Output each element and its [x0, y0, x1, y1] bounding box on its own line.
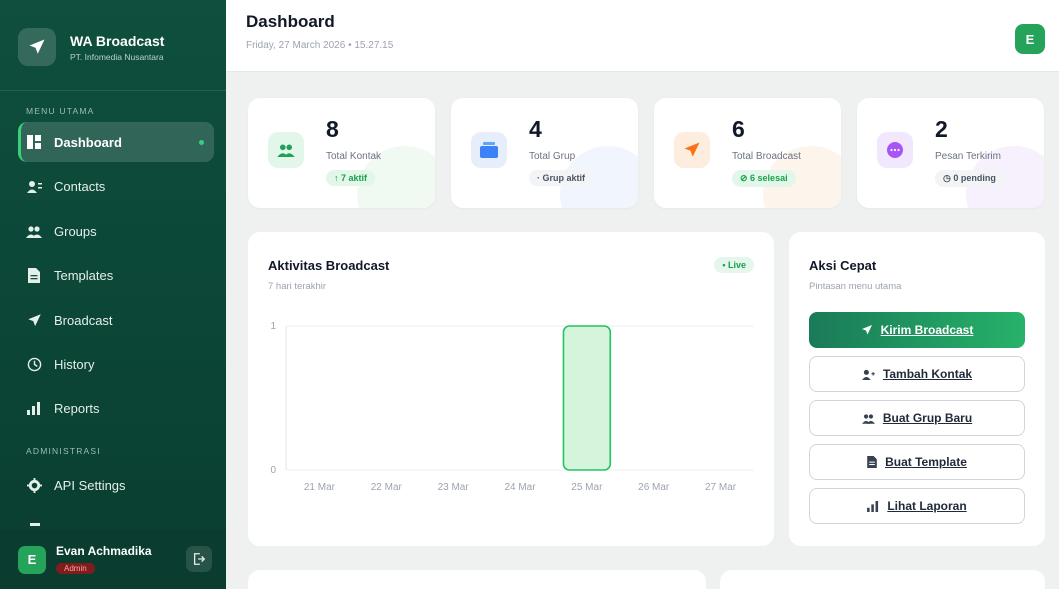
sidebar-item-dashboard[interactable]: Dashboard	[18, 122, 214, 162]
bar-chart-icon	[26, 400, 42, 416]
sidebar-item-label: Groups	[54, 223, 97, 239]
file-icon	[26, 267, 42, 283]
x-tick-label: 22 Mar	[371, 482, 403, 493]
stat-value: 8	[326, 116, 339, 142]
sidebar-item-reports[interactable]: Reports	[18, 388, 214, 428]
brand-subtitle: PT. Infomedia Nusantara	[70, 51, 164, 62]
stat-value: 2	[935, 116, 948, 142]
sidebar-item-label: Reports	[54, 400, 100, 416]
stat-value: 4	[529, 116, 542, 142]
card-subtitle: Pintasan menu utama	[809, 281, 902, 292]
send-icon	[674, 132, 710, 168]
stat-value: 6	[732, 116, 745, 142]
x-tick-label: 21 Mar	[304, 482, 336, 493]
card-title: Aksi Cepat	[809, 258, 877, 273]
lower-card-right	[720, 570, 1045, 589]
brand[interactable]: WA Broadcast PT. Infomedia Nusantara	[18, 14, 216, 80]
users-icon	[861, 413, 875, 424]
divider	[0, 90, 226, 91]
stat-card-groups[interactable]: 4 Total Grup · Grup aktif	[451, 98, 638, 208]
sidebar-item-history[interactable]: History	[18, 344, 214, 384]
x-tick-label: 26 Mar	[638, 482, 670, 493]
sidebar-item-label: Contacts	[54, 178, 106, 194]
x-tick-label: 25 Mar	[571, 482, 603, 493]
stat-label: Pesan Terkirim	[935, 151, 1001, 162]
brand-name: WA Broadcast	[70, 32, 165, 49]
groups-icon	[26, 223, 42, 239]
view-reports-button[interactable]: Lihat Laporan	[809, 488, 1025, 524]
contacts-icon	[26, 178, 42, 194]
section-label-main: MENU UTAMA	[26, 106, 95, 116]
chart-bar	[562, 325, 612, 471]
stat-card-messages[interactable]: 2 Pesan Terkirim ◷ 0 pending	[857, 98, 1044, 208]
section-label-admin: ADMINISTRASI	[26, 446, 101, 456]
stat-label: Total Broadcast	[732, 151, 801, 162]
card-subtitle: 7 hari terakhir	[268, 281, 327, 292]
card-title: Aktivitas Broadcast	[268, 258, 390, 273]
clock-icon	[26, 356, 42, 372]
user-panel: E Evan Achmadika Admin	[0, 530, 226, 589]
folder-icon	[471, 132, 507, 168]
live-badge: • Live	[714, 257, 754, 273]
status-badge: ↑ 7 aktif	[326, 170, 376, 186]
role-badge: Admin	[56, 562, 95, 574]
status-badge: ◷ 0 pending	[935, 170, 1004, 187]
stat-card-broadcast[interactable]: 6 Total Broadcast ⊘ 6 selesai	[654, 98, 841, 208]
button-label: Buat Grup Baru	[882, 411, 973, 425]
status-badge: ⊘ 6 selesai	[732, 170, 796, 187]
user-name: Evan Achmadika	[56, 543, 152, 558]
top-header: Dashboard Friday, 27 March 2026 • 15.27.…	[226, 0, 1059, 72]
lower-card-left	[248, 570, 706, 589]
sidebar: WA Broadcast PT. Infomedia Nusantara MEN…	[0, 0, 226, 589]
sidebar-item-label: Dashboard	[54, 134, 122, 150]
chat-icon	[877, 132, 913, 168]
active-dot	[199, 140, 204, 145]
sidebar-item-label: History	[54, 356, 95, 372]
x-tick-label: 27 Mar	[705, 482, 737, 493]
button-label: Lihat Laporan	[887, 499, 967, 513]
activity-chart-card: 1 0 21 Mar 22 Mar 23 Mar 24 Mar 25 Mar 26 Mar 27…	[248, 232, 774, 546]
sidebar-item-label: API Settings	[54, 477, 126, 493]
sidebar-item-label: Templates	[54, 267, 114, 283]
sidebar-item-groups[interactable]: Groups	[18, 211, 214, 251]
create-template-button[interactable]: Buat Template	[809, 444, 1025, 480]
sidebar-item-templates[interactable]: Templates	[18, 255, 214, 295]
add-contact-button[interactable]: Tambah Kontak	[809, 356, 1025, 392]
y-tick-label: 0	[270, 465, 276, 476]
avatar[interactable]: E	[18, 545, 46, 574]
users-icon	[268, 132, 304, 168]
dashboard-icon	[26, 134, 42, 150]
page-title: Dashboard	[246, 12, 335, 31]
sidebar-item-broadcast[interactable]: Broadcast	[18, 300, 214, 340]
stat-label: Total Kontak	[326, 151, 382, 162]
y-tick-label: 1	[270, 321, 276, 332]
stat-label: Total Grup	[529, 151, 576, 162]
page-date: Friday, 27 March 2026 • 15.27.15	[246, 40, 394, 51]
file-icon	[867, 456, 877, 468]
button-label: Buat Template	[885, 455, 967, 469]
create-group-button[interactable]: Buat Grup Baru	[809, 400, 1025, 436]
add-user-icon	[862, 369, 875, 380]
button-label: Kirim Broadcast	[880, 323, 974, 337]
sidebar-item-partial	[30, 523, 40, 526]
send-icon	[861, 324, 873, 336]
logout-button[interactable]	[186, 546, 212, 572]
sidebar-item-api-settings[interactable]: API Settings	[18, 465, 214, 505]
quick-actions-card: Aksi Cepat Pintasan menu utama Kirim Bro…	[789, 232, 1045, 546]
send-icon	[18, 28, 56, 66]
avatar[interactable]: E	[1015, 24, 1045, 54]
sidebar-item-contacts[interactable]: Contacts	[18, 166, 214, 206]
bar-chart-icon	[867, 500, 879, 512]
sidebar-item-label: Broadcast	[54, 312, 113, 328]
activity-chart: 1 0 21 Mar 22 Mar 23 Mar 24 Mar 25 Mar 26 Mar 27…	[270, 321, 754, 493]
send-icon	[26, 312, 42, 328]
status-badge: · Grup aktif	[529, 170, 594, 186]
button-label: Tambah Kontak	[882, 367, 973, 381]
x-tick-label: 23 Mar	[438, 482, 470, 493]
gear-icon	[26, 477, 42, 493]
logout-icon	[193, 553, 206, 565]
x-tick-label: 24 Mar	[504, 482, 536, 493]
stat-card-contacts[interactable]: 8 Total Kontak ↑ 7 aktif	[248, 98, 435, 208]
send-broadcast-button[interactable]: Kirim Broadcast	[809, 312, 1025, 348]
